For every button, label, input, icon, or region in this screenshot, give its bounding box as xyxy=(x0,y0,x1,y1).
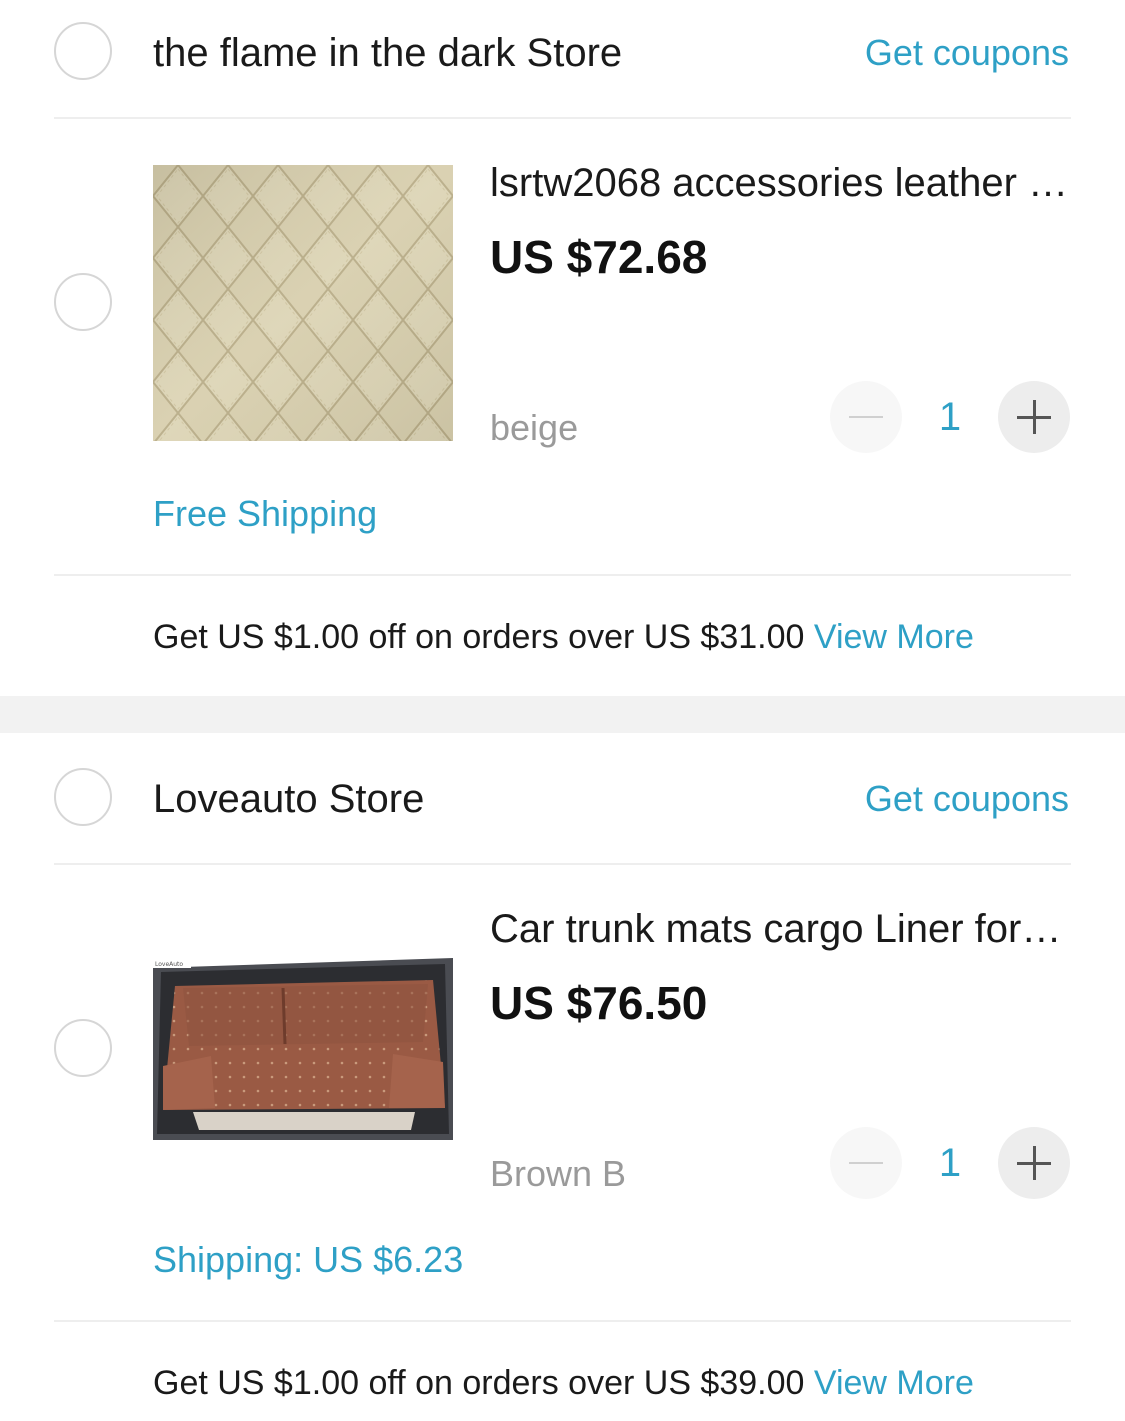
product-image[interactable] xyxy=(153,165,453,441)
promo-text: Get US $1.00 off on orders over US $39.0… xyxy=(153,1364,805,1402)
store-name[interactable]: the flame in the dark Store xyxy=(153,28,622,78)
store-select-radio[interactable] xyxy=(54,22,112,80)
beige-quilted-leather-icon xyxy=(153,165,453,441)
decrease-quantity-button[interactable] xyxy=(830,381,902,453)
item-select-radio[interactable] xyxy=(54,1019,112,1077)
promo-text: Get US $1.00 off on orders over US $31.0… xyxy=(153,618,805,656)
product-image[interactable]: LoveAuto xyxy=(153,958,453,1140)
view-more-link[interactable]: View More xyxy=(814,1364,974,1402)
shipping-info: Free Shipping xyxy=(153,493,378,534)
section-separator xyxy=(0,696,1125,733)
divider xyxy=(54,1320,1071,1322)
store-promo: Get US $1.00 off on orders over US $39.0… xyxy=(153,1361,974,1405)
store-block: the flame in the dark Store Get coupons xyxy=(0,0,1125,696)
view-more-link[interactable]: View More xyxy=(814,618,974,656)
trunk-mat-photo-icon: LoveAuto xyxy=(153,958,453,1140)
item-select-radio[interactable] xyxy=(54,273,112,331)
quantity-value[interactable]: 1 xyxy=(910,1127,990,1199)
divider xyxy=(54,574,1071,576)
product-title[interactable]: lsrtw2068 accessories leather car trunk … xyxy=(490,158,1070,208)
divider xyxy=(54,863,1071,865)
product-price: US $72.68 xyxy=(490,231,708,283)
minus-icon xyxy=(849,1162,883,1164)
store-name[interactable]: Loveauto Store xyxy=(153,774,424,824)
minus-icon xyxy=(849,416,883,418)
shipping-info: Shipping: US $6.23 xyxy=(153,1239,464,1280)
increase-quantity-button[interactable] xyxy=(998,1127,1070,1199)
store-block: Loveauto Store Get coupons LoveAuto Car … xyxy=(0,733,1125,1421)
get-coupons-link[interactable]: Get coupons xyxy=(865,774,1069,824)
store-promo: Get US $1.00 off on orders over US $31.0… xyxy=(153,615,974,659)
get-coupons-link[interactable]: Get coupons xyxy=(865,28,1069,78)
divider xyxy=(54,117,1071,119)
product-variant[interactable]: Brown B xyxy=(490,1152,626,1196)
product-variant[interactable]: beige xyxy=(490,406,578,450)
increase-quantity-button[interactable] xyxy=(998,381,1070,453)
product-price: US $76.50 xyxy=(490,977,708,1029)
cart-page: the flame in the dark Store Get coupons xyxy=(0,0,1125,1421)
quantity-value[interactable]: 1 xyxy=(910,381,990,453)
store-select-radio[interactable] xyxy=(54,768,112,826)
decrease-quantity-button[interactable] xyxy=(830,1127,902,1199)
product-title[interactable]: Car trunk mats cargo Liner for car xyxy=(490,904,1070,954)
svg-text:LoveAuto: LoveAuto xyxy=(155,961,183,968)
